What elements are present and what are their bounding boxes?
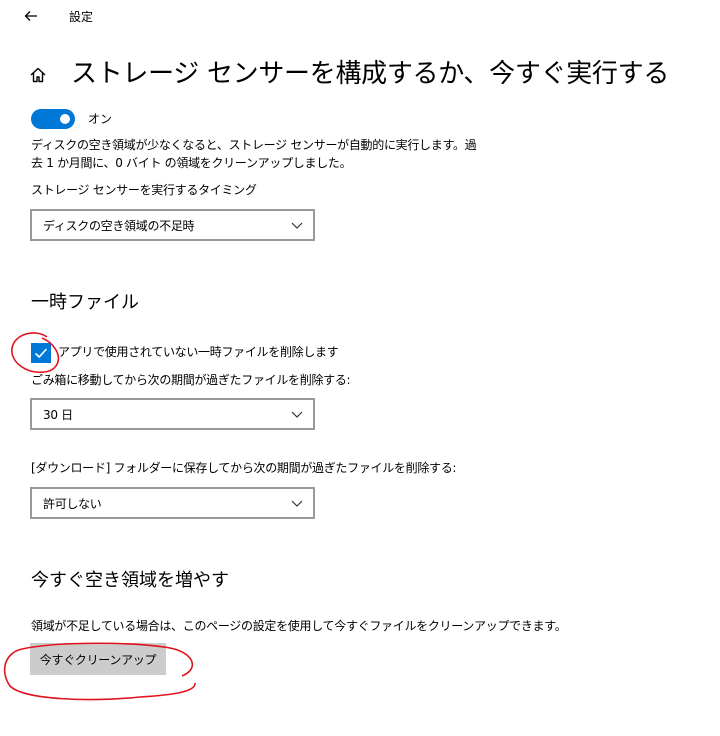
temp-files-heading: 一時ファイル	[31, 292, 139, 313]
delete-temp-files-label: アプリで使用されていない一時ファイルを削除します	[58, 345, 339, 359]
run-timing-value: ディスクの空き領域の不足時	[43, 219, 195, 233]
recycle-bin-select[interactable]: 30 日	[30, 398, 315, 430]
storage-sense-description: ディスクの空き領域が少なくなると、ストレージ センサーが自動的に実行します。過去…	[31, 138, 477, 170]
home-icon	[30, 67, 46, 83]
chevron-down-icon	[291, 222, 303, 229]
toggle-label: オン	[88, 112, 113, 126]
page-title: ストレージ センサーを構成するか、今すぐ実行する	[71, 59, 670, 89]
clean-now-button[interactable]: 今すぐクリーンアップ	[30, 643, 166, 675]
toggle-knob	[60, 114, 70, 124]
free-up-heading: 今すぐ空き領域を増やす	[31, 570, 229, 591]
recycle-bin-label: ごみ箱に移動してから次の期間が過ぎたファイルを削除する:	[31, 373, 351, 387]
chevron-down-icon	[291, 500, 303, 507]
delete-temp-files-checkbox[interactable]	[31, 343, 51, 363]
chevron-down-icon	[291, 411, 303, 418]
back-button[interactable]	[18, 4, 44, 28]
checkmark-icon	[34, 348, 48, 359]
run-timing-select[interactable]: ディスクの空き領域の不足時	[30, 209, 315, 241]
downloads-value: 許可しない	[43, 497, 102, 511]
storage-sense-toggle[interactable]	[31, 109, 75, 129]
downloads-label: [ダウンロード] フォルダーに保存してから次の期間が過ぎたファイルを削除する:	[31, 461, 457, 475]
window-title: 設定	[69, 10, 94, 24]
settings-page: 設定 ストレージ センサーを構成するか、今すぐ実行する オン ディスクの空き領域…	[0, 0, 720, 736]
back-arrow-icon	[24, 11, 37, 21]
recycle-bin-value: 30 日	[43, 408, 73, 422]
free-up-description: 領域が不足している場合は、このページの設定を使用して今すぐファイルをクリーンアッ…	[31, 619, 567, 633]
run-timing-label: ストレージ センサーを実行するタイミング	[31, 183, 257, 197]
downloads-select[interactable]: 許可しない	[30, 487, 315, 519]
